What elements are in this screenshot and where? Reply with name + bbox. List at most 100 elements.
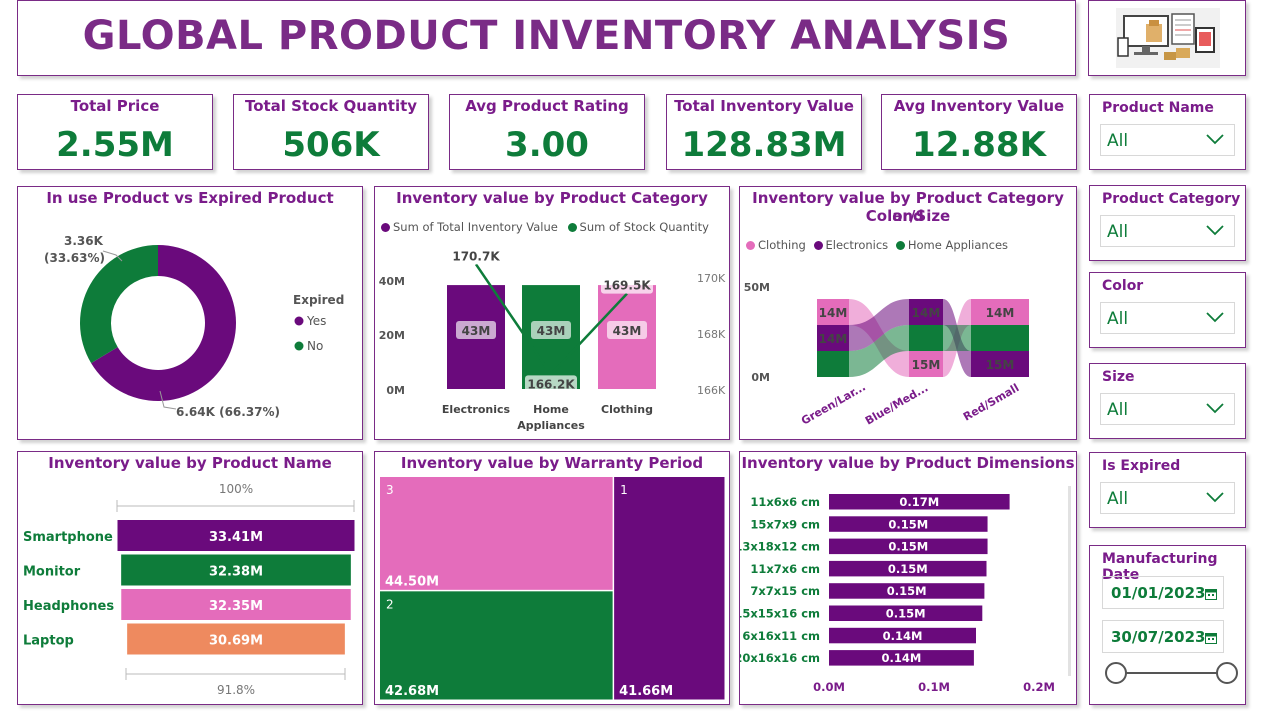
treemap-cell-name: 2 [386, 597, 394, 611]
dropdown-value: All [1107, 131, 1129, 151]
segment-home-appliances[interactable] [971, 325, 1029, 351]
kpi-total-inventory-value: Total Inventory Value 128.83M [666, 94, 862, 170]
slicer-label: Product Name [1102, 100, 1214, 116]
x-tick: Appliances [517, 419, 585, 432]
y-tick: 0M [386, 384, 405, 397]
kpi-label: Avg Inventory Value [893, 97, 1065, 115]
segment-label: 15M [986, 358, 1015, 372]
bottom-percent: 91.8% [217, 683, 255, 697]
donut-chart: 3.36K (33.63%) 6.64K (66.37%) Expired Ye… [44, 234, 344, 419]
chevron-down-icon [1206, 492, 1224, 503]
slicer-manufacturing-date[interactable]: Manufacturing Date 01/01/2023 30/07/2023 [1089, 545, 1246, 705]
data-label: 3.36K [64, 234, 104, 248]
bar-label: 43M [537, 324, 566, 338]
dropdown-value: All [1107, 222, 1129, 242]
segment-home-appliances[interactable] [909, 325, 943, 351]
bar-label: 43M [462, 324, 491, 338]
start-date-input[interactable]: 01/01/2023 [1102, 576, 1224, 609]
x-tick: Red/Small [961, 381, 1021, 423]
slicer-is-expired[interactable]: Is Expired All [1089, 452, 1246, 528]
line-label: 170.7K [452, 249, 500, 263]
calendar-icon[interactable] [1205, 588, 1217, 600]
x-tick: Blue/Med... [863, 381, 930, 427]
kpi-value: 128.83M [681, 125, 847, 165]
color-dropdown[interactable]: All [1100, 302, 1235, 334]
funnel-category: Monitor [23, 565, 81, 580]
bar-label: 0.14M [882, 651, 922, 665]
kpi-total-stock-quantity: Total Stock Quantity 506K [233, 94, 429, 170]
y-tick: 11x7x6 cm [750, 562, 820, 576]
kpi-value: 12.88K [912, 125, 1046, 165]
funnel-chart: 100% 91.8% 33.41M Smartphone 32.38M Monitor… [23, 482, 355, 697]
treemap-cell-name: 1 [620, 483, 628, 497]
treemap-cell-1[interactable] [614, 477, 725, 700]
segment-label: 14M [819, 332, 848, 346]
x-tick: Electronics [442, 403, 511, 416]
y2-tick: 170K [697, 272, 726, 285]
treemap-cell-3[interactable] [380, 477, 613, 590]
is-expired-dropdown[interactable]: All [1100, 482, 1235, 514]
bar-label: 0.15M [888, 517, 928, 531]
line-label: 166.2K [527, 377, 575, 391]
bar-label: 0.17M [899, 495, 939, 509]
treemap-cell-name: 3 [386, 483, 394, 497]
segment-label: 15M [912, 358, 941, 372]
kpi-value: 2.55M [56, 125, 174, 165]
kpi-label: Total Price [70, 97, 160, 115]
treemap-chart: 3 44.50M 2 42.68M 1 41.66M [380, 477, 725, 700]
line-label: 169.5K [603, 279, 651, 293]
inventory-devices-illustration [1116, 8, 1220, 68]
treemap-cell-value: 41.66M [619, 684, 673, 699]
kpi-label: Avg Product Rating [465, 97, 629, 115]
segment-label: 14M [986, 306, 1015, 320]
ribbon-home-appliances[interactable] [943, 325, 971, 351]
funnel-visual: Inventory value by Product Name 100% 91.… [17, 451, 363, 705]
end-date-input[interactable]: 30/07/2023 [1102, 620, 1224, 653]
legend-title: Expired [293, 293, 344, 307]
x-tick: 0.1M [918, 680, 950, 694]
slicer-color[interactable]: Color All [1089, 272, 1246, 348]
donut-visual: In use Product vs Expired Product 3.36K … [17, 186, 363, 440]
dimensions-bar-chart: 11x6x6 cm 0.17M 15x7x9 cm 0.15M 13x18x12 cm 0… [740, 486, 1071, 694]
y-tick: 40M [379, 275, 405, 288]
slicer-product-category[interactable]: Product Category All [1089, 185, 1246, 261]
range-start-handle[interactable] [1105, 662, 1127, 684]
chevron-down-icon [1206, 403, 1224, 414]
kpi-label: Total Stock Quantity [244, 97, 418, 115]
bar-label: 0.15M [888, 562, 928, 576]
slicer-label: Size [1102, 369, 1135, 385]
x-tick: Green/Lar... [799, 380, 868, 427]
y-tick: 20x16x16 cm [740, 651, 820, 665]
x-tick: Clothing [601, 403, 653, 416]
x-tick: 0.0M [813, 680, 845, 694]
legend-dot-yes [294, 316, 304, 326]
top-percent: 100% [219, 482, 253, 496]
slicer-product-name[interactable]: Product Name All [1089, 94, 1246, 170]
treemap-cell-value: 44.50M [385, 574, 439, 589]
calendar-icon[interactable] [1205, 632, 1217, 644]
product-name-dropdown[interactable]: All [1100, 124, 1235, 156]
range-end-handle[interactable] [1216, 662, 1238, 684]
date-range-track[interactable] [1116, 672, 1228, 674]
y-tick: 13x18x12 cm [740, 540, 820, 554]
treemap-cell-value: 42.68M [385, 684, 439, 699]
y2-tick: 166K [697, 384, 726, 397]
y-tick: 0M [751, 371, 770, 384]
ribbon-visual: Inventory value by Product Category and … [739, 186, 1077, 440]
funnel-value: 30.69M [209, 634, 263, 649]
bar-label: 0.15M [886, 607, 926, 621]
size-dropdown[interactable]: All [1100, 393, 1235, 425]
slicer-label: Color [1102, 278, 1144, 294]
scrollbar[interactable] [1068, 486, 1071, 676]
legend-item-yes: Yes [306, 314, 326, 328]
y-tick: 6x16x11 cm [742, 629, 820, 643]
logo-card [1088, 0, 1246, 76]
product-category-dropdown[interactable]: All [1100, 215, 1235, 247]
segment-home-appliances[interactable] [817, 351, 849, 377]
funnel-category: Headphones [23, 599, 114, 614]
kpi-label: Total Inventory Value [674, 97, 854, 115]
bar-label: 43M [613, 324, 642, 338]
y-tick: 11x6x6 cm [750, 495, 820, 509]
kpi-avg-product-rating: Avg Product Rating 3.00 [449, 94, 645, 170]
slicer-size[interactable]: Size All [1089, 363, 1246, 439]
